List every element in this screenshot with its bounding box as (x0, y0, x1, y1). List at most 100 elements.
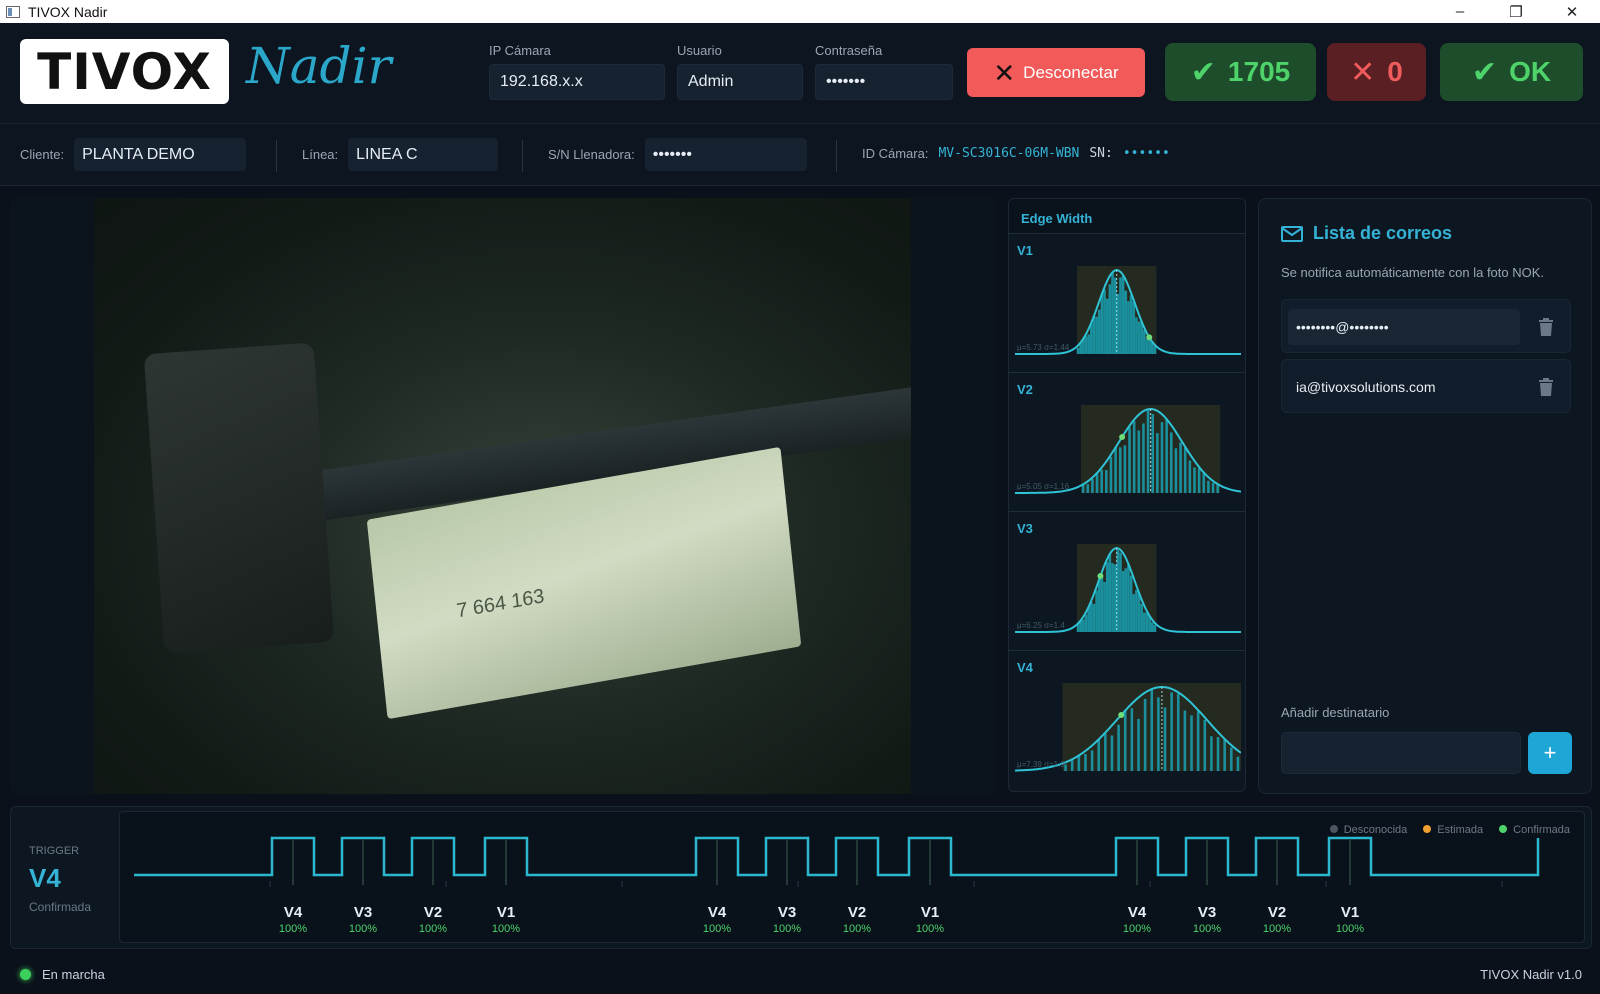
pulse-label: V4 100% (692, 904, 742, 935)
histogram-bar (1150, 622, 1154, 632)
client-input[interactable]: PLANTA DEMO (74, 138, 247, 171)
password-label: Contraseña (815, 43, 883, 58)
histogram-bar (1211, 482, 1215, 493)
histogram-bar (1165, 419, 1168, 493)
histogram-bar (1113, 564, 1117, 632)
trigger-panel: TRIGGER V4 Confirmada Desconocida Estima… (10, 806, 1592, 949)
trash-icon[interactable] (1538, 318, 1554, 336)
camera-id-field: ID Cámara: MV-SC3016C-06M-WBN SN: •••••• (862, 146, 1170, 161)
edge-width-panel: Edge Width V1 μ=5.73 σ=1.44 V2 μ=5.05 σ=1.1… (1008, 198, 1246, 792)
pulse-confidence: 100% (772, 923, 802, 935)
line-input[interactable]: LINEA C (348, 138, 499, 171)
x-icon: ✕ (1350, 55, 1376, 89)
pulse-confidence: 100% (1262, 923, 1292, 935)
edge-width-title: Edge Width (1009, 199, 1245, 233)
histogram-bar (1143, 698, 1147, 771)
histogram-bar (1143, 329, 1146, 354)
ip-camera-input[interactable]: 192.168.x.x (489, 64, 665, 100)
status-bar: En marcha TIVOX Nadir v1.0 (0, 955, 1600, 994)
box-code: 7 664 163 (455, 585, 546, 623)
pulse-confidence: 100% (348, 923, 378, 935)
disconnect-button[interactable]: ✕ Desconectar (967, 48, 1145, 97)
histogram-bar (1123, 710, 1127, 771)
disconnect-label: Desconectar (1023, 62, 1119, 82)
histogram-stats: μ=7.39 σ=1.9 (1017, 760, 1065, 769)
ok-counter: ✔ 1705 (1165, 43, 1316, 101)
pulse-label: V3 100% (762, 904, 812, 935)
pulse-label: V1 100% (1325, 904, 1375, 935)
histogram-bar (1119, 277, 1122, 354)
mail-address[interactable]: ••••••••@•••••••• (1288, 309, 1520, 345)
trigger-label: TRIGGER (29, 845, 80, 857)
histogram-bar (1210, 736, 1213, 771)
histogram-bar (1090, 602, 1093, 632)
histogram-bar (1176, 693, 1180, 771)
camera-id-value: MV-SC3016C-06M-WBN (938, 146, 1080, 161)
histogram-bar (1137, 718, 1140, 771)
check-icon: ✔ (1190, 55, 1216, 89)
logo: TIVOX (20, 39, 229, 104)
user-input[interactable]: Admin (677, 64, 803, 100)
trash-icon[interactable] (1538, 378, 1554, 396)
pulse-name: V2 (847, 904, 867, 921)
mail-address[interactable]: ia@tivoxsolutions.com (1288, 369, 1520, 405)
pulse-name: V3 (777, 904, 797, 921)
pulse-label: V4 100% (268, 904, 318, 935)
histogram-v4: V4 μ=7.39 σ=1.9 (1009, 650, 1245, 789)
pulse-label: V2 100% (832, 904, 882, 935)
histogram-bar (1163, 707, 1167, 771)
histogram-v2: V2 μ=5.05 σ=1.16 (1009, 372, 1245, 511)
ok-count-value: 1705 (1227, 56, 1291, 87)
histogram-bar (1142, 423, 1145, 493)
pulse-confidence: 100% (915, 923, 945, 935)
pulse-confidence: 100% (278, 923, 308, 935)
histogram-bar (1097, 309, 1101, 354)
histogram-bar (1105, 562, 1109, 632)
histogram-bar (1128, 427, 1131, 493)
window-controls: – ❐ ✕ (1432, 0, 1600, 23)
histogram-bar (1108, 554, 1112, 632)
mail-entry: ia@tivoxsolutions.com (1281, 359, 1571, 413)
divider (522, 140, 523, 172)
minimize-button[interactable]: – (1432, 0, 1488, 23)
close-icon: ✕ (993, 57, 1016, 88)
histogram-bar (1183, 447, 1187, 493)
trigger-state: Confirmada (29, 900, 92, 914)
password-input[interactable]: ••••••• (815, 64, 953, 100)
histogram-bar (1135, 317, 1138, 354)
user-group: Usuario Admin (677, 43, 803, 100)
nok-count-value: 0 (1387, 56, 1403, 87)
histogram-stats: μ=5.73 σ=1.44 (1017, 343, 1070, 352)
pulse-name: V3 (1197, 904, 1217, 921)
histogram-bar (1207, 480, 1210, 493)
histogram-bar (1160, 422, 1164, 493)
restore-button[interactable]: ❐ (1488, 0, 1544, 23)
histogram-bar (1132, 421, 1136, 493)
current-sample-marker (1118, 711, 1125, 718)
histogram-bar (1174, 448, 1178, 493)
close-window-button[interactable]: ✕ (1544, 0, 1600, 23)
add-recipient-label: Añadir destinatario (1281, 705, 1390, 720)
histogram-bar (1127, 301, 1130, 354)
histogram-bar (1145, 612, 1149, 632)
trigger-value: V4 (29, 863, 61, 893)
histogram-stats: μ=5.05 σ=1.16 (1017, 482, 1070, 491)
histogram-bar (1108, 284, 1112, 354)
pulse-label: V3 100% (338, 904, 388, 935)
histogram-bar (1183, 710, 1187, 771)
histogram-v1: V1 μ=5.73 σ=1.44 (1009, 233, 1245, 372)
add-recipient-button[interactable]: + (1528, 732, 1572, 774)
histogram-bar (1202, 473, 1206, 493)
histogram-bar (1148, 339, 1151, 354)
line-field: Línea: LINEA C (302, 138, 499, 171)
histogram-bar (1103, 582, 1106, 632)
pulse-confidence: 100% (1122, 923, 1152, 935)
mail-entry: ••••••••@•••••••• (1281, 299, 1571, 353)
histogram-bar (1223, 739, 1226, 771)
add-recipient-input[interactable] (1281, 732, 1521, 774)
sn-label: SN: (1089, 146, 1113, 161)
histogram-bar (1123, 445, 1127, 493)
title-bar: TIVOX Nadir – ❐ ✕ (0, 0, 1600, 23)
histogram-bar (1111, 272, 1114, 354)
filler-sn-input[interactable]: ••••••• (644, 138, 807, 171)
